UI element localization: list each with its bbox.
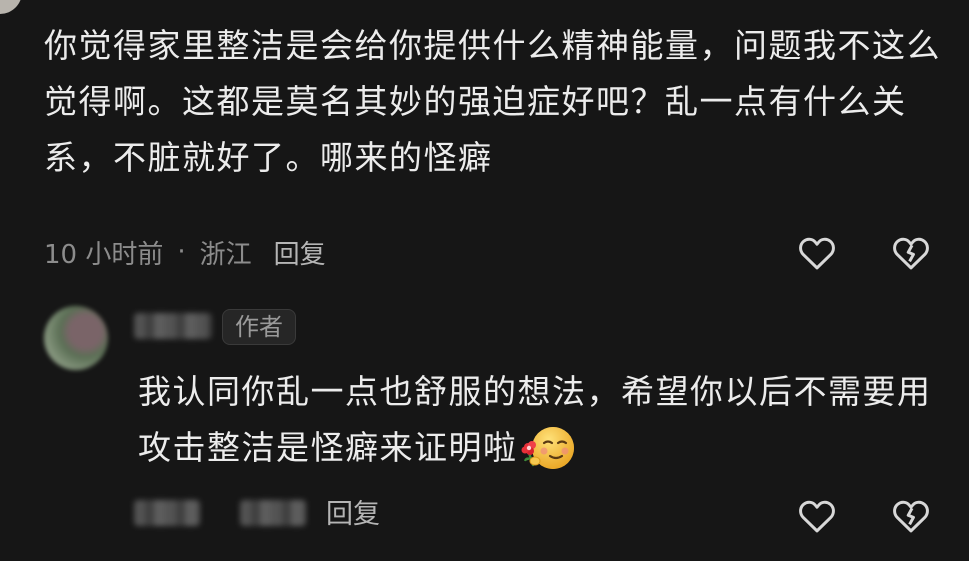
smile-with-flower-emoji-icon (520, 423, 578, 473)
heart-icon[interactable] (796, 495, 838, 537)
reply-avatar[interactable] (44, 306, 108, 370)
author-badge: 作者 (222, 309, 296, 345)
previous-avatar[interactable] (0, 0, 22, 14)
reply-body: 我认同你乱一点也舒服的想法，希望你以后不需要用攻击整洁是怪癖来证明啦 (138, 364, 948, 476)
reply-reply-button[interactable]: 回复 (326, 492, 380, 531)
broken-heart-icon[interactable] (890, 495, 932, 537)
blurred-location (240, 500, 306, 526)
blurred-time (134, 500, 200, 526)
meta-separator: · (177, 237, 186, 267)
heart-icon[interactable] (796, 232, 838, 274)
comment-body: 你觉得家里整洁是会给你提供什么精神能量，问题我不这么觉得啊。这都是莫名其妙的强迫… (44, 26, 941, 177)
broken-heart-icon[interactable] (890, 232, 932, 274)
comment-thread: 你觉得家里整洁是会给你提供什么精神能量，问题我不这么觉得啊。这都是莫名其妙的强迫… (0, 0, 969, 561)
comment-location: 浙江 (199, 239, 252, 270)
comment-time: 10 小时前 (44, 239, 164, 270)
blurred-username[interactable] (134, 313, 212, 339)
comment-reply-button[interactable]: 回复 (274, 234, 326, 271)
comment-meta: 10 小时前 · 浙江 回复 (44, 230, 326, 274)
